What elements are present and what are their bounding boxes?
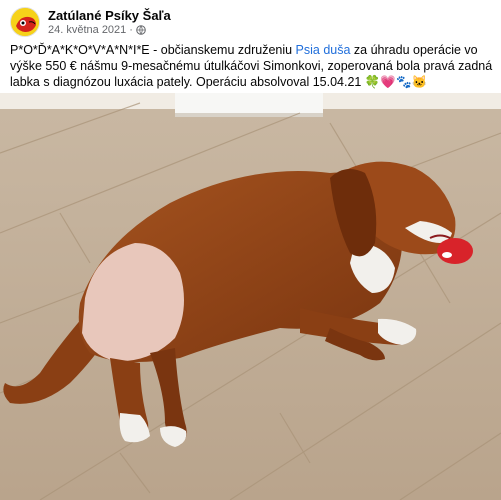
post-emojis: 🍀💗🐾🐱 [364,75,428,89]
post-meta: Zatúlané Psíky Šaľa 24. května 2021 · [48,8,171,37]
psia-dusa-link[interactable]: Psia duša [296,43,351,57]
page-logo-icon [11,8,39,36]
post-header: Zatúlané Psíky Šaľa 24. května 2021 · [10,6,171,38]
post-subline: 24. května 2021 · [48,23,171,37]
post-date-link[interactable]: 24. května 2021 [48,23,126,37]
page-avatar[interactable] [10,7,40,37]
globe-icon[interactable] [136,24,146,35]
post-text: P*O*Ď*A*K*O*V*A*N*I*E - občianskemu zdru… [10,42,494,90]
post-photo[interactable] [0,93,501,500]
separator-dot: · [129,23,133,36]
dog-photo-image [0,93,501,500]
post-text-before-link: P*O*Ď*A*K*O*V*A*N*I*E - občianskemu zdru… [10,43,296,57]
page-name-link[interactable]: Zatúlané Psíky Šaľa [48,8,171,23]
facebook-post: Zatúlané Psíky Šaľa 24. května 2021 · P*… [0,0,501,500]
